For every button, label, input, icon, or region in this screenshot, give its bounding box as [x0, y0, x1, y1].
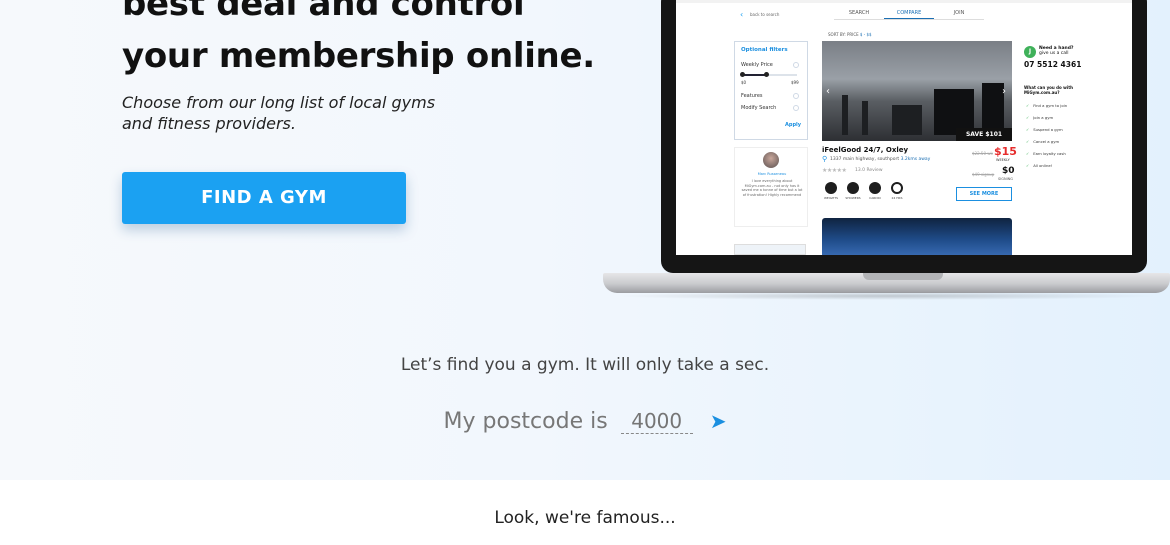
gym-name-link[interactable]: iFeelGood 24/7, Oxley — [822, 146, 908, 154]
sort-value: $ - $$ — [859, 32, 872, 37]
feature-label: WEIGHTS — [823, 196, 839, 200]
help-can-title: What can you do with MiGym.com.au? — [1024, 85, 1073, 95]
famous-heading: Look, we're famous... — [494, 508, 676, 528]
old-weekly-price: $22.50 wk — [972, 151, 993, 156]
equipment-shape — [892, 105, 922, 135]
back-arrow-icon[interactable]: ‹ — [740, 10, 743, 19]
equipment-shape — [862, 101, 868, 135]
feature-label: CARDIO — [869, 196, 881, 200]
help-item-text: Earn loyalty cash — [1033, 151, 1066, 156]
feature-label: SHOWERS — [845, 196, 861, 200]
hero-section: best deal and control your membership on… — [0, 0, 1170, 480]
features-label: Features — [741, 93, 763, 99]
carousel-next-icon[interactable]: › — [1002, 86, 1006, 97]
gym-photo-2 — [822, 218, 1012, 255]
apply-filters-button[interactable]: Apply — [785, 122, 801, 128]
modify-search-toggle[interactable] — [793, 105, 799, 111]
weekly-price-toggle[interactable] — [793, 62, 799, 68]
help-list-item: ✓ Cancel a gym — [1026, 139, 1059, 144]
testimonial-card: Marc Russeneau I love everything about M… — [734, 147, 808, 227]
hero-title: best deal and control your membership on… — [122, 0, 595, 76]
weekly-price: $15 — [994, 145, 1017, 158]
check-icon: ✓ — [1026, 139, 1030, 144]
price-slider-max-handle[interactable] — [764, 72, 769, 77]
feature-label: 24 HRS — [891, 196, 903, 200]
check-icon: ✓ — [1026, 151, 1030, 156]
filters-title: Optional filters — [741, 47, 788, 53]
review-text: I love everything about MiGym.com.au - n… — [741, 179, 803, 197]
help-item-text: Find a gym to join — [1033, 103, 1068, 108]
address-text: 1337 main highway, southport — [830, 157, 900, 162]
sort-label: SORT BY: PRICE — [828, 32, 859, 37]
help-list-item: ✓ Suspend a gym — [1026, 127, 1063, 132]
check-icon: ✓ — [1026, 103, 1030, 108]
weekly-price-label: Weekly Price — [741, 62, 773, 68]
find-a-gym-button[interactable]: FIND A GYM — [122, 172, 406, 224]
hero-subtitle: Choose from our long list of local gyms … — [122, 93, 436, 133]
price-slider-min-handle[interactable] — [740, 72, 745, 77]
price-min: $0 — [741, 80, 747, 85]
reviewer-name: Marc Russeneau — [757, 172, 787, 176]
avatar — [763, 152, 779, 168]
postcode-label: My postcode is — [443, 409, 608, 434]
help-call-line: give us a call — [1039, 51, 1069, 56]
help-list-item: ✓ Earn loyalty cash — [1026, 151, 1066, 156]
screen-top-bar — [676, 0, 1132, 3]
help-item-text: Suspend a gym — [1033, 127, 1063, 132]
carousel-prev-icon[interactable]: ‹ — [826, 86, 830, 97]
clock-icon — [891, 182, 903, 194]
star-rating-icon: ★★★★★ — [822, 167, 847, 174]
check-icon: ✓ — [1026, 115, 1030, 120]
laptop-screen: ‹ back to search SEARCH COMPARE JOIN SOR… — [676, 0, 1132, 255]
old-signup-price: $49 signup — [972, 172, 995, 177]
tab-search[interactable]: SEARCH — [834, 10, 884, 19]
save-badge: SAVE $101 — [956, 128, 1012, 141]
price-slider-fill — [742, 74, 766, 76]
help-item-text: All online! — [1033, 163, 1053, 168]
check-icon: ✓ — [1026, 163, 1030, 168]
price-unit: WEEKLY — [996, 158, 1010, 162]
tab-compare[interactable]: COMPARE — [884, 10, 934, 19]
optional-filters-panel: Optional filters Weekly Price $0 $99 Fea… — [734, 41, 808, 140]
cardio-icon — [869, 182, 881, 194]
postcode-input[interactable] — [620, 409, 693, 434]
step-tabs: SEARCH COMPARE JOIN — [834, 10, 984, 20]
features-toggle[interactable] — [793, 93, 799, 99]
help-can-site: MiGym.com.au? — [1024, 90, 1060, 95]
search-prompt: Let’s find you a gym. It will only take … — [400, 355, 770, 375]
tab-join[interactable]: JOIN — [934, 10, 984, 19]
help-agent-icon: J — [1024, 46, 1036, 58]
gym-address: 1337 main highway, southport 3.2kms away — [830, 157, 930, 162]
laptop-notch — [863, 273, 943, 280]
gym-photo — [822, 41, 1012, 141]
see-more-button[interactable]: SEE MORE — [956, 187, 1012, 201]
help-item-text: Join a gym — [1033, 115, 1054, 120]
postcode-row: My postcode is ➤ — [0, 409, 1170, 434]
laptop-shadow — [613, 292, 1160, 300]
help-phone-link[interactable]: 07 5512 4361 — [1024, 60, 1081, 69]
equipment-shape — [842, 95, 848, 135]
help-item-text: Cancel a gym — [1033, 139, 1060, 144]
showers-icon — [847, 182, 859, 194]
distance-text: 3.2kms away — [900, 157, 931, 162]
help-list-item: ✓ Join a gym — [1026, 115, 1053, 120]
signup-price: $0 — [1002, 166, 1015, 176]
review-count[interactable]: 13.0 Review — [855, 168, 883, 173]
price-max: $99 — [791, 80, 799, 85]
back-to-search-link[interactable]: back to search — [750, 12, 779, 17]
location-arrow-icon[interactable]: ➤ — [710, 409, 727, 433]
check-icon: ✓ — [1026, 127, 1030, 132]
weights-icon — [825, 182, 837, 194]
mini-card — [734, 244, 806, 255]
laptop-mockup: ‹ back to search SEARCH COMPARE JOIN SOR… — [603, 0, 1170, 305]
map-pin-icon: ⚲ — [822, 155, 828, 163]
help-list-item: ✓ Find a gym to join — [1026, 103, 1067, 108]
help-list-item: ✓ All online! — [1026, 163, 1052, 168]
help-question: Need a hand? give us a call — [1039, 46, 1074, 56]
sort-by-selector[interactable]: SORT BY: PRICE $ - $$ — [828, 32, 872, 37]
signup-label: SIGNING — [998, 177, 1013, 181]
modify-search-label: Modify Search — [741, 105, 777, 111]
